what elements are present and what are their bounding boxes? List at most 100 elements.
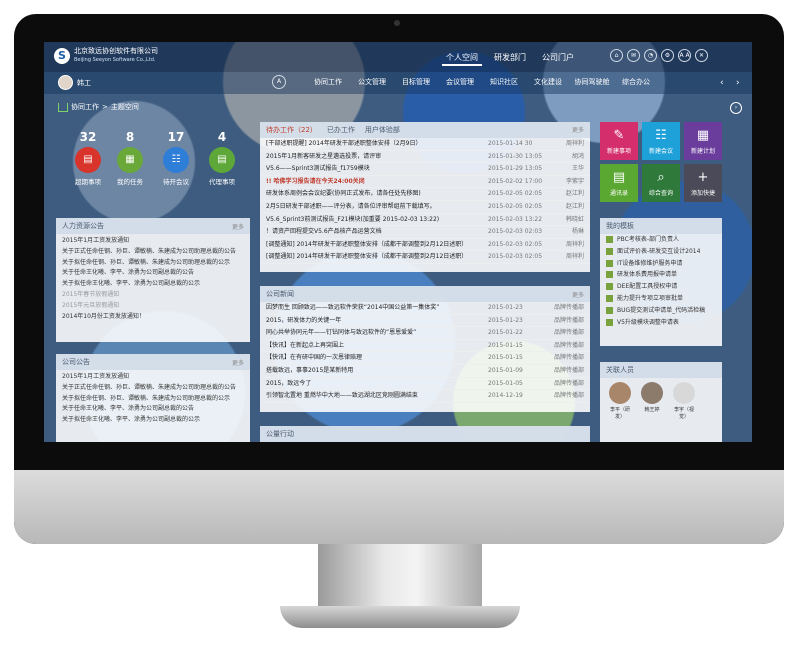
list-item[interactable]: DEE配置工具授权申请 (600, 281, 722, 293)
list-item[interactable]: 面试评价表-研发交互设计2014 (600, 246, 722, 258)
list-item[interactable]: 关于拟任命任钢、孙巨、谭敏楠、朱建成为公司助理总裁的公示 (62, 394, 244, 405)
more-link[interactable]: 更多 (572, 125, 584, 135)
template-icon (606, 236, 613, 243)
menu-item[interactable]: 协同驾驶舱 (570, 77, 614, 89)
template-icon (606, 294, 613, 302)
list-item[interactable]: BUG提交测试申请单_代码活检稿 (600, 305, 722, 317)
stat-tasks[interactable]: 8 ▦ 我的任务 (110, 130, 150, 186)
menu-item[interactable]: 公文管理 (350, 77, 394, 89)
person[interactable]: 李平（研发） (608, 382, 632, 420)
menu-item[interactable]: 会议管理 (438, 77, 482, 89)
menu-app-icon[interactable]: A (272, 75, 286, 89)
chevron-left-icon[interactable]: ‹ (720, 78, 724, 88)
contacts-icon: ▤ (612, 170, 626, 185)
list-item[interactable]: 2015年1月工资发放通知 (62, 372, 244, 383)
list-item[interactable]: 能力提升专项立项审批单 (600, 293, 722, 305)
home-icon (58, 102, 68, 112)
tab-personal-space[interactable]: 个人空间 (442, 51, 482, 66)
breadcrumb-item[interactable]: 协同工作 (71, 102, 99, 112)
person[interactable]: 韩王婷 (640, 382, 664, 420)
table-row[interactable]: V5.6_Sprint3前测试报告_F21模块(加重要 2015-02-03 1… (260, 214, 590, 227)
chevron-right-icon[interactable]: › (736, 78, 740, 88)
table-row[interactable]: 引领智北置地 重燃华中大地——致远湖北区竞刚圆满结束 2014-12-19 品牌传播… (260, 390, 590, 403)
list-item[interactable]: 2015年元旦放假通知 (62, 301, 244, 312)
search-tile[interactable]: ⌕ 综合查询 (642, 164, 680, 202)
stat-proxy[interactable]: 4 ▤ 代理事项 (202, 130, 242, 186)
tab-company-portal[interactable]: 公司门户 (538, 51, 578, 66)
menu-item[interactable]: 协同工作 (306, 77, 350, 89)
stat-overdue[interactable]: 32 ▤ 超期事项 (68, 130, 108, 186)
table-row[interactable]: 同心共举协同元年——钉钻同体与致远软件的“恩恩爱爱” 2015-01-22 品牌传播… (260, 327, 590, 340)
panel-title: 公量行动 (266, 430, 294, 438)
menu-item[interactable]: 知识社区 (482, 77, 526, 89)
table-row[interactable]: [干部述职提醒] 2014年研发干部述职整体安排（2月9日） 2015-01-14… (260, 138, 590, 151)
switch-icon[interactable]: › (730, 102, 742, 114)
monitor-chin (14, 470, 784, 544)
company-name: 北京致远协创软件有限公司 Beijing Seeyon Software Co.… (74, 47, 158, 63)
home-icon[interactable]: ⌂ (610, 49, 623, 62)
table-row[interactable]: 因梦而生 回顾致远——致远软件荣获“2014中国公益第一集体奖” 2015-01-… (260, 302, 590, 315)
template-icon (606, 259, 613, 267)
add-shortcut-tile[interactable]: + 添加快捷 (684, 164, 722, 202)
stat-meetings[interactable]: 17 ☷ 待开会议 (156, 130, 196, 186)
new-meeting-tile[interactable]: ☷ 新建会议 (642, 122, 680, 160)
avatar (58, 75, 73, 90)
close-icon[interactable]: ✕ (695, 49, 708, 62)
list-item[interactable]: 关于任命王化曦、李平、涂勇为公司副总裁的公告 (62, 268, 244, 279)
table-row[interactable]: 搭载致远，事事2015是某新特用 2015-01-09 品牌传播部 (260, 365, 590, 378)
list-item[interactable]: 2014年10月份工资发放通知！ (62, 312, 244, 323)
table-row[interactable]: 【快讯】在新起点上再突围上 2015-01-15 品牌传播部 (260, 340, 590, 353)
mail-icon[interactable]: ✉ (627, 49, 640, 62)
proxy-icon: ▤ (209, 147, 235, 173)
person[interactable]: 李宇（视觉） (672, 382, 696, 420)
breadcrumb: 协同工作 > 主题空间 (58, 102, 139, 112)
list-item[interactable]: 关于拟任命王化曦、李平、涂勇为公司副总裁的公示 (62, 279, 244, 290)
user-name: 韩工 (77, 78, 91, 87)
font-size-icon[interactable]: A A (678, 49, 691, 62)
table-row[interactable]: 研发体系周例会会议纪要(协同正式发布，请各任处先移图) 2015-02-05 02… (260, 188, 590, 201)
tab-dept-space[interactable]: 研发部门 (490, 51, 530, 66)
list-item[interactable]: V5升级模块调整申请表 (600, 317, 722, 329)
list-item[interactable]: 研发体系费用报申请单 (600, 269, 722, 281)
table-row[interactable]: 2015，研发体力的关键一年 2015-01-23 品牌传播部 (260, 315, 590, 328)
panel-title: 公司公告 (62, 358, 90, 366)
table-row[interactable]: ！请资产回程提交V5.6产品核产品运营文档 2015-02-03 02:03 杨琳 (260, 226, 590, 239)
list-item[interactable]: 关于拟任命王化曦、李平、涂勇为公司副总裁的公示 (62, 415, 244, 426)
gear-icon[interactable]: ⚙ (661, 49, 674, 62)
list-item[interactable]: IT设备维修维护服务申请 (600, 258, 722, 270)
table-row[interactable]: 2015，致远今了 2015-01-05 品牌传播部 (260, 378, 590, 391)
menu-item[interactable]: 文化建设 (526, 77, 570, 89)
table-row[interactable]: 【快讯】在有研中国的一次恩律赔理 2015-01-15 品牌传播部 (260, 352, 590, 365)
menu-item[interactable]: 综合办公 (614, 77, 658, 89)
main-menu-bar: 韩工 A 协同工作 公文管理 目标管理 会议管理 知识社区 文化建设 协同驾驶舱… (44, 72, 752, 94)
tab-pending[interactable]: 待办工作（22） (266, 125, 317, 135)
clock-icon[interactable]: ◔ (644, 49, 657, 62)
list-item[interactable]: 关于拟任命任钢、孙巨、谭敏楠、朱建成为公司助理总裁的公示 (62, 258, 244, 269)
contacts-tile[interactable]: ▤ 通讯录 (600, 164, 638, 202)
new-item-tile[interactable]: ✎ 新建事项 (600, 122, 638, 160)
list-item[interactable]: 2015年春节放假通知 (62, 290, 244, 301)
list-item[interactable]: 关于正式任命任钢、孙巨、谭敏楠、朱建成为公司助理总裁的公告 (62, 383, 244, 394)
more-link[interactable]: 更多 (232, 222, 244, 231)
table-row[interactable]: !! 哈佛学习报告请在今天24:00关闭 2015-02-02 17:00 李紫宇 (260, 176, 590, 189)
tab-done[interactable]: 已办工作 (327, 125, 355, 135)
menu-item[interactable]: 目标管理 (394, 77, 438, 89)
table-row[interactable]: 2月5日研发干部述职——评分表，请各位评审帮组前下载填写。 2015-02-05 … (260, 201, 590, 214)
user-info[interactable]: 韩工 (58, 75, 91, 90)
table-row[interactable]: [调整通知] 2014年研发干部述职整体安排（成都干部调整到2月12日述职） 20… (260, 251, 590, 264)
avatar (609, 382, 631, 404)
list-item[interactable]: PBC考核表-部门负责人 (600, 234, 722, 246)
table-row[interactable]: [调整通知] 2014年研发干部述职整体安排（成都干部调整到2月12日述职） 20… (260, 239, 590, 252)
task-icon: ▦ (117, 147, 143, 173)
new-plan-tile[interactable]: ▦ 新建计划 (684, 122, 722, 160)
breadcrumb-separator: > (102, 103, 108, 111)
table-row[interactable]: 2015年1月新客研发之星遴选投票，请评审 2015-01-30 13:05 胡鸿 (260, 151, 590, 164)
tab-ux[interactable]: 用户体验部 (365, 125, 400, 135)
list-item[interactable]: 关于正式任命任钢、孙巨、谭敏楠、朱建成为公司助理总裁的公告 (62, 247, 244, 258)
table-row[interactable]: V5.6——Sprint3测试报告_f1759模块 2015-01-29 13:0… (260, 163, 590, 176)
more-link[interactable]: 更多 (572, 290, 584, 299)
list-item[interactable]: 2015年1月工资发放通知 (62, 236, 244, 247)
more-link[interactable]: 更多 (232, 358, 244, 367)
company-notice-panel: 公司公告 更多 2015年1月工资发放通知 关于正式任命任钢、孙巨、谭敏楠、朱建成… (56, 354, 250, 442)
list-item[interactable]: 关于任命王化曦、李平、涂勇为公司副总裁的公告 (62, 404, 244, 415)
